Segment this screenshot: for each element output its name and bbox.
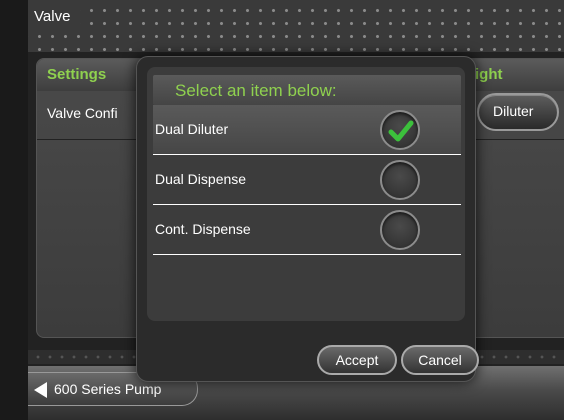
dialog-header: Select an item below: [153, 75, 461, 105]
accept-button-label: Accept [335, 352, 379, 368]
settings-label: Settings [47, 66, 107, 83]
valve-config-value: Diluter [493, 103, 534, 119]
option-label: Cont. Dispense [155, 221, 251, 237]
valve-config-button[interactable]: Diluter [477, 93, 559, 131]
header-title-container: Valve [28, 6, 81, 30]
select-item-dialog: Select an item below: Dual Diluter Dual … [136, 56, 479, 382]
back-button-label: 600 Series Pump [54, 381, 162, 397]
right-column-label: ight [475, 66, 503, 83]
checkmark-icon [388, 120, 414, 142]
option-dual-dispense[interactable]: Dual Dispense [153, 155, 461, 205]
option-dual-diluter[interactable]: Dual Diluter [153, 105, 461, 155]
device-screen: Valve Settings ight Valve Confi Diluter … [28, 0, 564, 420]
option-label: Dual Dispense [155, 171, 247, 187]
option-radio[interactable] [380, 210, 420, 250]
option-label: Dual Diluter [155, 121, 229, 137]
page-title: Valve [34, 8, 71, 25]
option-radio[interactable] [380, 160, 420, 200]
left-arrow-icon [34, 382, 47, 398]
cancel-button-label: Cancel [418, 352, 462, 368]
option-divider [153, 254, 461, 255]
option-radio-selected[interactable] [380, 110, 420, 150]
header-bar: Valve [28, 0, 564, 52]
accept-button[interactable]: Accept [317, 345, 397, 375]
valve-config-label: Valve Confi [47, 105, 118, 121]
cancel-button[interactable]: Cancel [401, 345, 479, 375]
option-cont-dispense[interactable]: Cont. Dispense [153, 205, 461, 255]
dialog-list-area: Select an item below: Dual Diluter Dual … [147, 67, 465, 321]
dialog-title: Select an item below: [175, 81, 337, 100]
